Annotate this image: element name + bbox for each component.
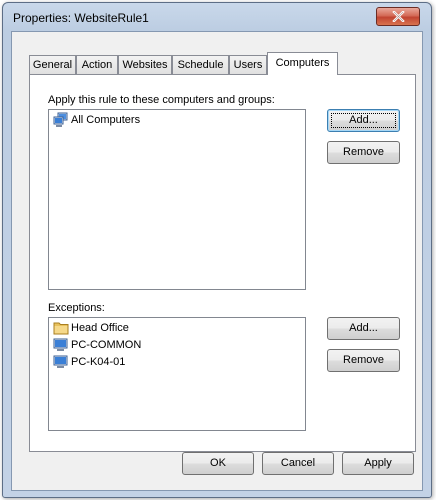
cancel-button-label: Cancel [280,457,316,469]
exceptions-label: Exceptions: [48,302,105,314]
computers-tab-panel: Apply this rule to these computers and g… [29,74,416,452]
cancel-button[interactable]: Cancel [262,452,334,475]
close-button[interactable] [376,7,420,26]
exceptions-listbox[interactable]: Head Office PC-COMMON PC-K04-01 [48,317,306,431]
tab-general[interactable]: General [29,55,76,74]
apply-button[interactable]: Apply [342,452,414,475]
title-bar[interactable]: Properties: WebsiteRule1 [3,3,431,31]
list-item[interactable]: Head Office [53,320,129,337]
remove-computers-button[interactable]: Remove [327,141,400,164]
folder-icon [53,322,69,335]
window-title: Properties: WebsiteRule1 [13,11,149,25]
list-item-label: PC-K04-01 [71,356,126,368]
list-item[interactable]: PC-COMMON [53,337,141,354]
list-item[interactable]: All Computers [53,112,140,129]
apply-button-label: Apply [364,457,392,469]
add-computers-button-label: Add... [349,114,378,126]
list-item-label: Head Office [71,322,129,334]
tab-action[interactable]: Action [76,55,118,74]
list-item-label: PC-COMMON [71,339,142,351]
close-icon [392,11,405,22]
remove-exception-button-label: Remove [343,354,384,366]
computer-icon [53,355,68,368]
add-exception-button-label: Add... [349,322,378,334]
remove-exception-button[interactable]: Remove [327,349,400,372]
list-item-label: All Computers [71,114,141,126]
ok-button[interactable]: OK [182,452,254,475]
apply-to-listbox[interactable]: All Computers [48,109,306,290]
remove-computers-button-label: Remove [343,146,384,158]
tab-schedule[interactable]: Schedule [172,55,229,74]
computers-group-icon [53,112,68,127]
computer-icon [53,338,68,351]
properties-dialog: Properties: WebsiteRule1 General Action … [2,2,432,498]
dialog-client-area: General Action Websites Schedule Users C… [11,31,423,491]
apply-to-label: Apply this rule to these computers and g… [48,94,275,106]
tab-computers[interactable]: Computers [267,52,338,75]
tab-websites[interactable]: Websites [118,55,172,74]
add-computers-button[interactable]: Add... [327,109,400,132]
tab-users[interactable]: Users [229,55,267,74]
ok-button-label: OK [210,457,226,469]
add-exception-button[interactable]: Add... [327,317,400,340]
list-item[interactable]: PC-K04-01 [53,354,125,371]
